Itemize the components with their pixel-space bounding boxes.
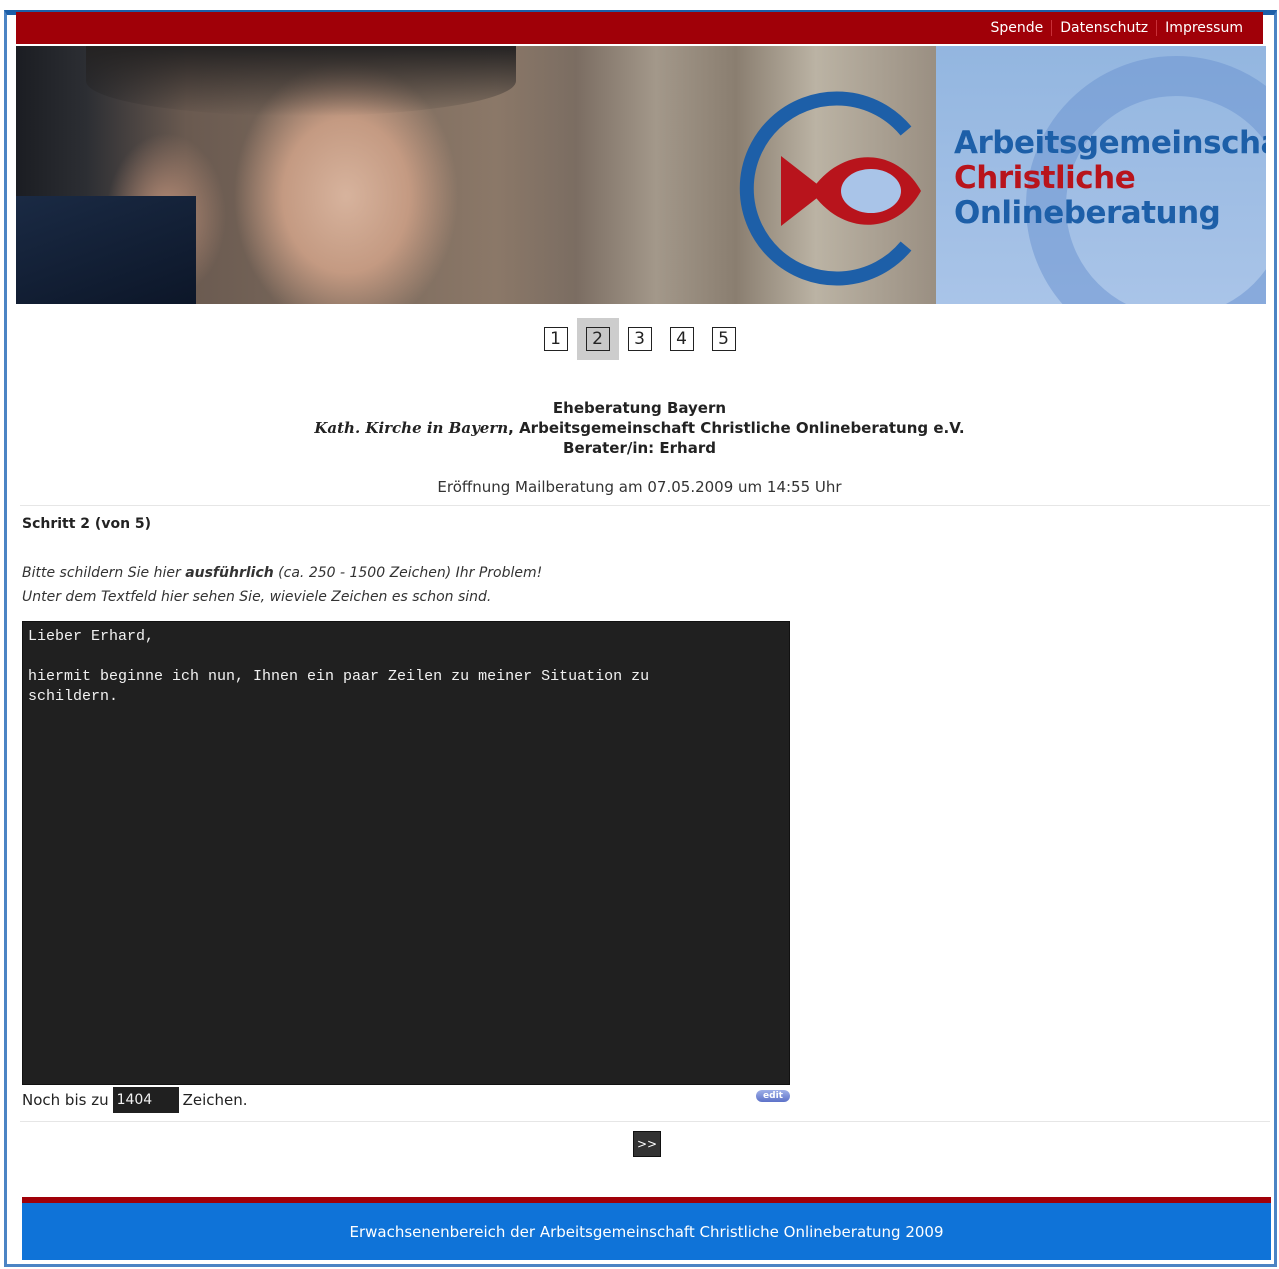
step-label: Schritt 2 (von 5) — [22, 516, 152, 532]
footer: Erwachsenenbereich der Arbeitsgemeinscha… — [22, 1197, 1271, 1260]
instructions: Bitte schildern Sie hier ausführlich (ca… — [22, 561, 542, 609]
step-5[interactable]: 5 — [703, 318, 745, 360]
instr-bold: ausführlich — [185, 565, 274, 581]
step-1[interactable]: 1 — [535, 318, 577, 360]
footer-text: Erwachsenenbereich der Arbeitsgemeinscha… — [349, 1222, 944, 1241]
char-counter: Noch bis zu 1404 Zeichen. — [22, 1087, 248, 1113]
organization-rest: , Arbeitsgemeinschaft Christliche Online… — [508, 419, 965, 437]
nav-link-datenschutz[interactable]: Datenschutz — [1051, 20, 1156, 36]
counter-prefix: Noch bis zu — [22, 1091, 109, 1109]
instr-prefix: Bitte schildern Sie hier — [22, 565, 186, 581]
step-3-number: 3 — [627, 327, 652, 351]
instructions-line-1: Bitte schildern Sie hier ausführlich (ca… — [22, 561, 542, 585]
opening-date: Eröffnung Mailberatung am 07.05.2009 um … — [437, 478, 842, 496]
service-title: Eheberatung Bayern — [552, 399, 727, 417]
divider — [20, 1121, 1270, 1122]
header-banner: Arbeitsgemeinschaft Christliche Onlinebe… — [16, 46, 1266, 304]
logo-line-2: Christliche — [954, 160, 1136, 196]
nav-link-spende[interactable]: Spende — [982, 20, 1051, 36]
banner-photo-hair — [86, 46, 516, 116]
counselor-name: Berater/in: Erhard — [563, 439, 716, 457]
top-nav-bar: Spende Datenschutz Impressum — [16, 12, 1263, 44]
logo-line-3: Onlineberatung — [954, 195, 1221, 231]
step-2-active[interactable]: 2 — [576, 318, 619, 360]
message-textarea[interactable] — [22, 621, 790, 1085]
divider — [20, 505, 1270, 506]
organization-italic: Kath. Kirche in Bayern — [314, 419, 509, 437]
logo-line-1: Arbeitsgemeinschaft — [954, 125, 1266, 161]
fish-logo-icon — [739, 91, 921, 286]
step-3[interactable]: 3 — [619, 318, 661, 360]
instr-suffix: (ca. 250 - 1500 Zeichen) Ihr Problem! — [273, 565, 543, 581]
counseling-info: Eheberatung Bayern Kath. Kirche in Bayer… — [0, 398, 1279, 458]
nav-link-impressum[interactable]: Impressum — [1156, 20, 1251, 36]
edit-button[interactable]: edit — [756, 1090, 790, 1102]
counter-value-field: 1404 — [112, 1087, 179, 1113]
step-5-number: 5 — [711, 327, 736, 351]
step-2-number: 2 — [585, 327, 610, 351]
organization-line: Kath. Kirche in Bayern, Arbeitsgemeinsch… — [0, 418, 1279, 438]
instructions-line-2: Unter dem Textfeld hier sehen Sie, wievi… — [22, 589, 492, 605]
logo-title: Arbeitsgemeinschaft Christliche Onlinebe… — [954, 126, 1266, 231]
step-4[interactable]: 4 — [661, 318, 703, 360]
step-1-number: 1 — [543, 327, 568, 351]
banner-photo-collar — [16, 196, 196, 304]
step-indicator: 1 2 3 4 5 — [0, 318, 1279, 360]
step-4-number: 4 — [669, 327, 694, 351]
next-button[interactable]: >> — [633, 1131, 661, 1157]
banner-logo-area: Arbeitsgemeinschaft Christliche Onlinebe… — [936, 46, 1266, 304]
counter-suffix: Zeichen. — [182, 1091, 248, 1109]
